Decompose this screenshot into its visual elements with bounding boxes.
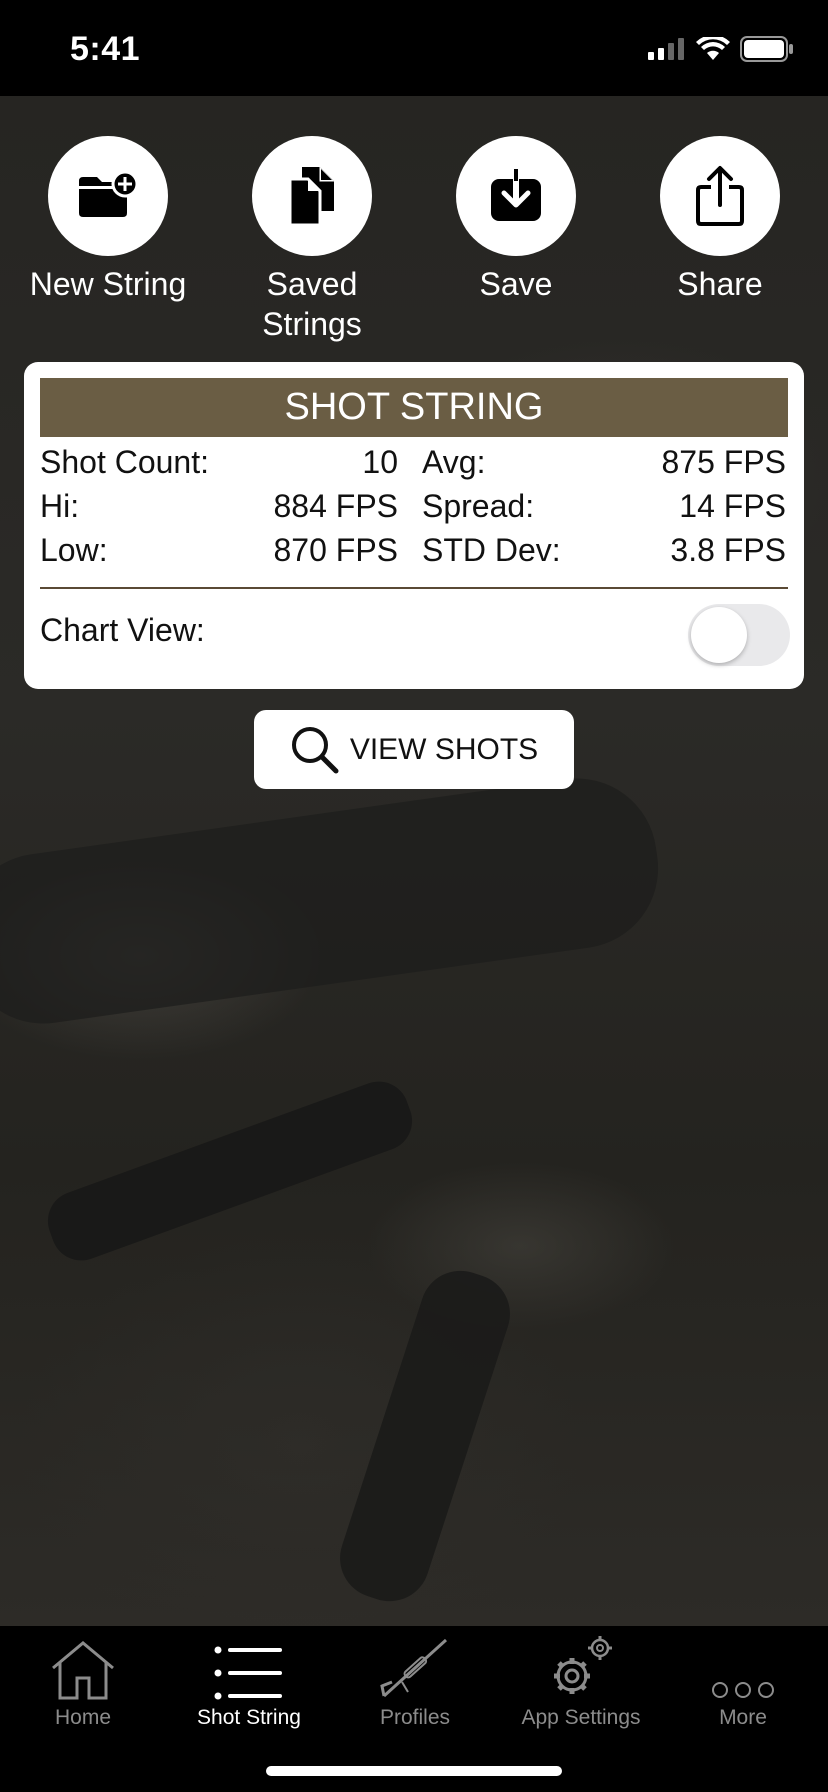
new-string-circle[interactable] [48,136,168,256]
share-label: Share [677,266,763,302]
tab-home[interactable]: Home [0,1626,166,1746]
view-shots-label: VIEW SHOTS [349,732,539,766]
status-icons [648,36,794,62]
avg-value: 875 FPS [661,444,786,480]
card-title: SHOT STRING [40,378,788,437]
card-divider [40,587,788,589]
save-download-icon [491,169,541,221]
new-string-label: New String [29,266,187,302]
battery-icon [740,36,793,62]
tab-more-label: More [719,1706,767,1729]
gear-icon [554,1636,612,1694]
spread-label: Spread: [422,488,535,524]
saved-strings-label: Saved Strings [262,266,362,342]
bg-bipod-leg-shape [39,1073,421,1269]
chart-view-toggle[interactable] [688,604,790,666]
save-circle[interactable] [456,136,576,256]
view-shots-button[interactable]: VIEW SHOTS [254,710,574,789]
cellular-signal-icon [648,38,684,60]
tab-profiles-label: Profiles [379,1706,451,1729]
tab-more[interactable]: More [660,1626,826,1746]
tab-bar: Home Shot String Profiles App Settings M… [0,1626,828,1792]
saved-strings-button[interactable]: Saved Strings [212,136,412,344]
folder-plus-icon [79,171,139,217]
tab-app-settings-label: App Settings [521,1706,641,1729]
chart-view-label: Chart View: [40,612,205,648]
home-indicator [266,1766,562,1776]
shot-count-label: Shot Count: [40,444,209,480]
stats-row: Low: 870 FPS STD Dev: 3.8 FPS [40,532,788,576]
save-label: Save [479,266,553,302]
tab-shot-string[interactable]: Shot String [166,1626,332,1746]
wifi-icon [696,37,730,60]
stats-row: Shot Count: 10 Avg: 875 FPS [40,444,788,488]
avg-label: Avg: [422,444,486,480]
documents-icon [288,167,334,227]
bg-bipod-leg-shape [329,1260,521,1612]
status-bar: 5:41 [0,0,828,96]
hi-value: 884 FPS [273,488,398,524]
home-icon [52,1641,114,1700]
save-button[interactable]: Save [416,136,616,304]
tab-home-label: Home [54,1706,112,1729]
low-value: 870 FPS [273,532,398,568]
share-button[interactable]: Share [620,136,820,304]
share-circle[interactable] [660,136,780,256]
stats-row: Hi: 884 FPS Spread: 14 FPS [40,488,788,532]
rifle-icon [380,1638,448,1698]
std-dev-label: STD Dev: [422,532,561,568]
status-time: 5:41 [70,30,141,68]
std-dev-value: 3.8 FPS [670,532,786,568]
low-label: Low: [40,532,108,568]
tab-shot-string-label: Shot String [197,1706,301,1729]
search-icon [291,726,339,773]
saved-strings-circle[interactable] [252,136,372,256]
hi-label: Hi: [40,488,80,524]
list-icon [214,1646,282,1700]
shot-count-value: 10 [362,444,398,480]
action-row: New String Saved Strings Save Share [0,136,828,356]
tab-app-settings[interactable]: App Settings [498,1626,664,1746]
share-icon [696,166,744,226]
bg-scope-shape [0,768,669,1034]
shot-string-card: SHOT STRING Shot Count: 10 Avg: 875 FPS … [24,362,804,689]
new-string-button[interactable]: New String [8,136,208,304]
tab-profiles[interactable]: Profiles [332,1626,498,1746]
spread-value: 14 FPS [679,488,786,524]
more-icon [712,1682,774,1698]
toggle-knob[interactable] [691,607,747,663]
